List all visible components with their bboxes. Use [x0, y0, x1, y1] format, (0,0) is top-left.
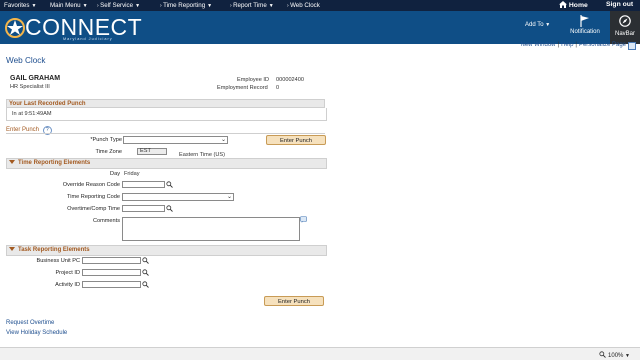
time-reporting-label: Time Reporting	[163, 2, 206, 9]
business-unit-input[interactable]	[82, 257, 141, 264]
project-id-input[interactable]	[82, 269, 141, 276]
navbar-label: NavBar	[614, 31, 635, 37]
task-reporting-header[interactable]: Task Reporting Elements	[6, 245, 327, 256]
collapse-triangle-icon	[9, 247, 15, 252]
flag-icon	[580, 15, 589, 27]
view-holiday-schedule-link[interactable]: View Holiday Schedule	[6, 330, 67, 336]
time-reporting-code-select[interactable]: ⌄	[122, 193, 234, 201]
divider	[6, 133, 325, 134]
compass-icon	[619, 15, 631, 27]
last-punch-box: In at 9:51:49AM	[6, 108, 327, 121]
time-zone-field: EST	[137, 148, 167, 155]
main-menu[interactable]: Main Menu ▼	[50, 2, 88, 9]
lookup-icon[interactable]	[166, 181, 173, 188]
zoom-level: 100%	[608, 353, 624, 359]
page-title: Web Clock	[6, 56, 46, 65]
home-label: Home	[568, 2, 588, 9]
collapse-triangle-icon	[9, 160, 15, 165]
lookup-icon[interactable]	[142, 269, 149, 276]
report-time-label: Report Time	[233, 2, 267, 9]
comments-label: Comments	[92, 218, 120, 224]
override-reason-input[interactable]	[122, 181, 165, 188]
link-separator: |	[557, 42, 560, 48]
chevron-down-icon: ▼	[625, 353, 630, 359]
override-reason-label: Override Reason Code	[62, 182, 120, 188]
breadcrumb-time-reporting[interactable]: › Time Reporting ▼	[160, 2, 212, 9]
navbar-button[interactable]: NavBar	[610, 11, 640, 44]
lookup-icon[interactable]	[142, 281, 149, 288]
employee-name: GAIL GRAHAM	[10, 75, 61, 82]
project-id-label: Project ID	[55, 270, 80, 276]
chevron-down-icon: ⌄	[220, 137, 226, 143]
breadcrumb-self-service[interactable]: › Self Service ▼	[97, 2, 140, 9]
lookup-icon[interactable]	[142, 257, 149, 264]
last-punch-title: Your Last Recorded Punch	[9, 101, 86, 107]
personalize-page-link[interactable]: Personalize Page	[579, 42, 626, 48]
time-reporting-title: Time Reporting Elements	[18, 160, 91, 166]
new-window-link[interactable]: New Window	[520, 42, 555, 48]
star-logo-icon	[5, 18, 25, 38]
connect-logo: CONNECT Maryland Judiciary	[5, 12, 165, 44]
link-separator: |	[575, 42, 577, 48]
sign-out-link[interactable]: Sign out	[606, 1, 633, 8]
day-value: Friday	[124, 171, 140, 177]
lookup-icon[interactable]	[166, 205, 173, 212]
dropdown-arrow-icon: ▼	[207, 3, 213, 9]
employment-record-value: 0	[276, 85, 280, 91]
add-to-button[interactable]: Add To ▼	[525, 22, 550, 28]
spellcheck-icon[interactable]	[300, 216, 307, 223]
employee-id-value: 000002400	[276, 77, 304, 83]
chevron-down-icon: ⌄	[226, 194, 232, 200]
zoom-control[interactable]: 100% ▼	[599, 351, 630, 359]
favorites-label: Favorites	[4, 2, 30, 9]
day-label: Day	[110, 171, 120, 177]
add-to-label: Add To	[525, 22, 544, 28]
employee-id-label: Employee ID	[237, 77, 270, 83]
self-service-label: Self Service	[100, 2, 134, 9]
notification-label: Notification	[570, 29, 600, 35]
business-unit-label: Business Unit PC	[36, 258, 80, 264]
favorites-menu[interactable]: Favorites ▼	[4, 2, 36, 9]
activity-id-label: Activity ID	[55, 282, 80, 288]
punch-type-select[interactable]: ⌄	[123, 136, 228, 144]
page-links: New Window | Help | Personalize Page	[520, 42, 626, 48]
dropdown-arrow-icon: ▼	[82, 3, 88, 9]
last-punch-text: In at 9:51:49AM	[12, 111, 52, 117]
main-menu-label: Main Menu	[50, 2, 81, 9]
employee-job-title: HR Specialist III	[10, 84, 50, 90]
breadcrumb-web-clock: › Web Clock	[287, 2, 320, 9]
comments-textarea[interactable]	[122, 217, 300, 241]
home-icon	[559, 1, 567, 8]
last-punch-header: Your Last Recorded Punch	[6, 99, 325, 108]
punch-type-label: *Punch Type	[90, 137, 122, 143]
top-navigation-bar: Favorites ▼ Main Menu ▼ › Self Service ▼ › …	[0, 0, 640, 11]
browser-status-bar: 100% ▼	[0, 347, 640, 360]
overtime-comp-label: Overtime/Comp Time	[67, 206, 120, 212]
help-link[interactable]: Help	[561, 42, 573, 48]
chevron-down-icon: ▼	[545, 22, 551, 28]
enter-punch-button[interactable]: Enter Punch	[266, 135, 326, 145]
request-overtime-link[interactable]: Request Overtime	[6, 320, 54, 326]
overtime-comp-input[interactable]	[122, 205, 165, 212]
breadcrumb-report-time[interactable]: › Report Time ▼	[230, 2, 274, 9]
maximize-icon[interactable]	[628, 42, 636, 50]
employment-record-label: Employment Record	[217, 85, 268, 91]
dropdown-arrow-icon: ▼	[31, 3, 37, 9]
task-reporting-title: Task Reporting Elements	[18, 247, 90, 253]
dropdown-arrow-icon: ▼	[135, 3, 141, 9]
time-reporting-header[interactable]: Time Reporting Elements	[6, 158, 327, 169]
activity-id-input[interactable]	[82, 281, 141, 288]
home-link[interactable]: Home	[559, 1, 588, 9]
time-reporting-code-label: Time Reporting Code	[67, 194, 120, 200]
branding-header: CONNECT Maryland Judiciary Add To ▼ Noti…	[0, 11, 640, 44]
notification-button[interactable]: Notification	[568, 15, 602, 35]
logo-subtitle: Maryland Judiciary	[63, 37, 113, 41]
web-clock-label: Web Clock	[290, 2, 320, 9]
zoom-icon	[599, 351, 607, 358]
enter-punch-button-bottom[interactable]: Enter Punch	[264, 296, 324, 306]
time-zone-label: Time Zone	[95, 149, 122, 155]
dropdown-arrow-icon: ▼	[268, 3, 274, 9]
